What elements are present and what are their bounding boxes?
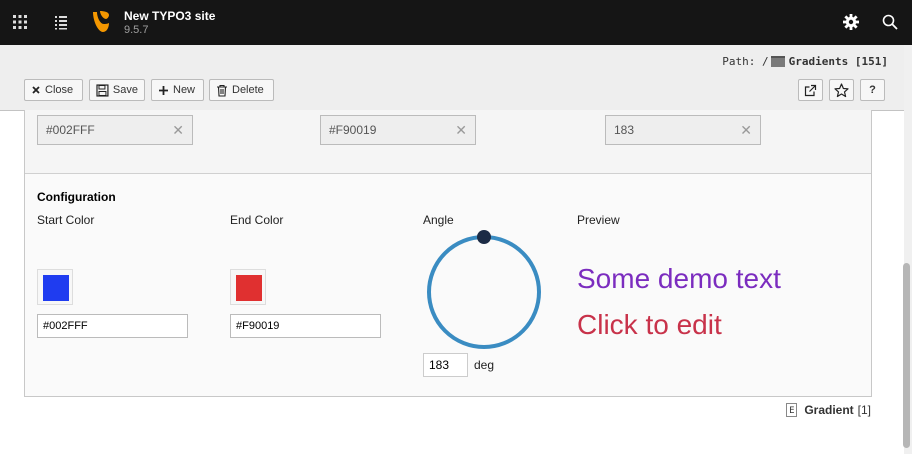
clear-icon[interactable]: ✕ xyxy=(740,122,752,139)
breadcrumb: Path: / Gradients [151] xyxy=(722,55,888,69)
angle-input[interactable]: 183 xyxy=(423,353,468,377)
start-color-label: Start Color xyxy=(37,213,95,227)
new-button-label: New xyxy=(173,84,196,96)
gear-icon[interactable] xyxy=(842,13,860,31)
doc-header: Path: / Gradients [151] Close Save New De… xyxy=(0,45,904,111)
save-button[interactable]: Save xyxy=(89,79,145,101)
bookmark-button[interactable] xyxy=(829,79,854,101)
trash-icon xyxy=(217,84,227,97)
delete-button[interactable]: Delete xyxy=(209,79,274,101)
configuration-title: Configuration xyxy=(37,190,116,204)
preview-text-2[interactable]: Click to edit xyxy=(577,309,722,341)
start-color-field[interactable]: #002FFF ✕ xyxy=(37,115,193,145)
clear-icon[interactable]: ✕ xyxy=(172,122,184,139)
scrollbar-thumb[interactable] xyxy=(903,263,910,448)
folder-icon xyxy=(770,55,785,67)
new-button[interactable]: New xyxy=(151,79,204,101)
angle-dial-ring xyxy=(427,235,541,349)
save-button-label: Save xyxy=(112,84,138,96)
path-prefix: Path: / xyxy=(722,55,769,68)
end-color-input[interactable]: #F90019 xyxy=(230,314,381,338)
record-title: Gradient xyxy=(804,403,854,417)
preview-text-1[interactable]: Some demo text xyxy=(577,263,781,295)
page-tree-list-icon[interactable] xyxy=(52,13,70,31)
angle-field[interactable]: 183 ✕ xyxy=(605,115,761,145)
record-uid: [1] xyxy=(857,403,871,417)
star-icon xyxy=(834,82,849,97)
record-info: E Gradient [1] xyxy=(786,403,871,417)
plus-icon xyxy=(159,85,168,95)
record-form-panel: #002FFF ✕ #F90019 ✕ 183 ✕ Configuration … xyxy=(24,110,872,397)
preview-label: Preview xyxy=(577,213,620,227)
clear-icon[interactable]: ✕ xyxy=(455,122,467,139)
close-icon xyxy=(32,86,40,94)
close-button[interactable]: Close xyxy=(24,79,83,101)
path-page[interactable]: Gradients [151] xyxy=(789,55,888,68)
end-color-field[interactable]: #F90019 ✕ xyxy=(320,115,476,145)
delete-button-label: Delete xyxy=(232,84,264,96)
start-color-swatch[interactable] xyxy=(37,269,73,305)
close-button-label: Close xyxy=(45,84,74,96)
record-type-icon: E xyxy=(786,403,798,417)
typo3-logo-icon[interactable] xyxy=(90,9,112,35)
open-in-new-window-button[interactable] xyxy=(798,79,823,101)
search-icon[interactable] xyxy=(881,13,899,31)
end-color-swatch[interactable] xyxy=(230,269,266,305)
angle-unit: deg xyxy=(474,358,495,372)
angle-dial-handle[interactable] xyxy=(477,230,491,244)
top-bar: New TYPO3 site 9.5.7 xyxy=(0,0,912,45)
start-color-swatch-fill xyxy=(43,275,69,301)
angle-field-value: 183 xyxy=(614,123,635,137)
help-button[interactable]: ? xyxy=(860,79,885,101)
start-color-input[interactable]: #002FFF xyxy=(37,314,188,338)
app-grid-icon[interactable] xyxy=(11,13,29,31)
field-row: #002FFF ✕ #F90019 ✕ 183 ✕ xyxy=(25,110,871,174)
end-color-field-value: #F90019 xyxy=(329,123,377,137)
external-link-icon xyxy=(804,84,817,96)
site-version: 9.5.7 xyxy=(124,24,149,36)
save-icon xyxy=(96,83,109,97)
angle-dial[interactable] xyxy=(423,228,545,350)
site-name: New TYPO3 site xyxy=(124,9,216,23)
angle-label: Angle xyxy=(423,213,454,227)
end-color-label: End Color xyxy=(230,213,284,227)
start-color-field-value: #002FFF xyxy=(46,123,95,137)
end-color-swatch-fill xyxy=(236,275,262,301)
